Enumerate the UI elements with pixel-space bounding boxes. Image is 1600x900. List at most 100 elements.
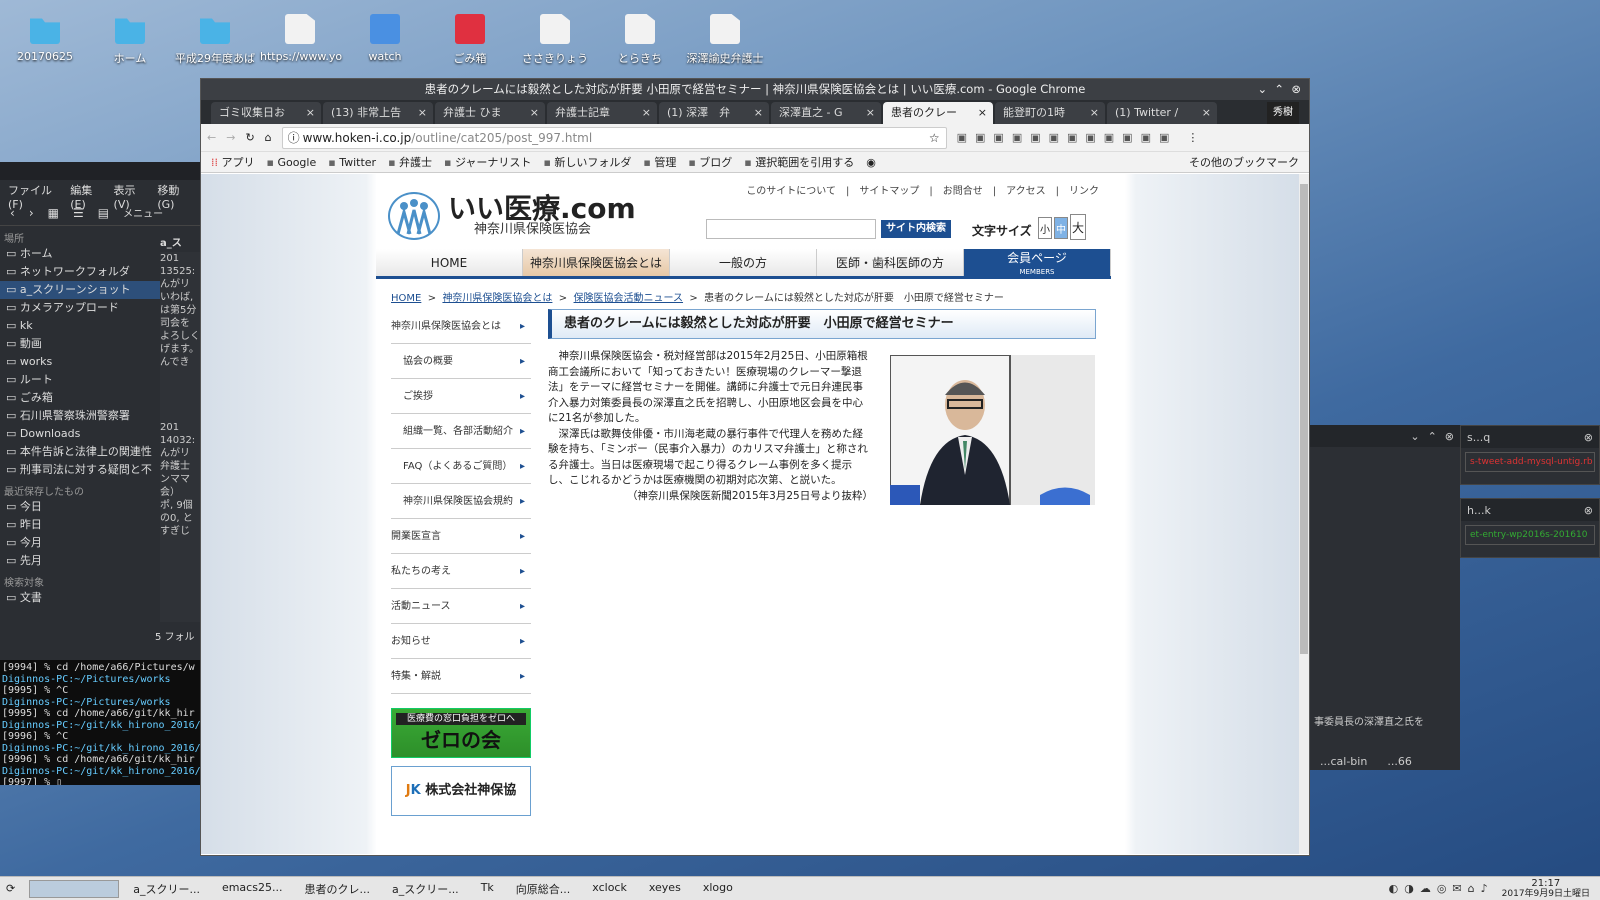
bookmark-item[interactable]: ▪ Google (267, 156, 317, 169)
tab-close-icon[interactable]: × (306, 102, 315, 124)
window-titlebar[interactable]: 患者のクレームには毅然とした対応が肝要 小田原で経営セミナー | 神奈川県保険医… (201, 79, 1309, 100)
bookmark-star-icon[interactable]: ☆ (929, 128, 940, 148)
desktop-icon[interactable]: 深澤諭史弁護士 (685, 14, 765, 66)
browser-tab[interactable]: 弁護士 ひま × (435, 102, 545, 124)
bookmark-item[interactable]: ⁞⁞ アプリ (211, 154, 255, 170)
nav-members[interactable]: 会員ページ MEMBERS (964, 249, 1111, 276)
site-search-button[interactable]: サイト内検索 (881, 220, 951, 238)
nav-about[interactable]: 神奈川県保険医協会とは (523, 249, 670, 276)
tab-close-icon[interactable]: × (418, 102, 427, 124)
taskbar-item[interactable]: a_スクリー... (392, 881, 459, 897)
bookmark-item[interactable]: ▪ 選択範囲を引用する (744, 154, 854, 170)
browser-tab[interactable]: 能登町の1時 × (995, 102, 1105, 124)
fm-menu-item[interactable]: 編集(E) (70, 182, 103, 211)
desktop-icon[interactable]: https://www.yo (260, 14, 342, 63)
bookmark-item[interactable]: ▪ 弁護士 (388, 154, 432, 170)
info-icon[interactable]: ⓘ (288, 128, 300, 148)
compact-view-icon[interactable]: ▤ (98, 206, 109, 220)
font-large-button[interactable]: 大 (1070, 214, 1086, 240)
top-links[interactable]: このサイトについて | サイトマップ | お問合せ | アクセス | リンク (746, 182, 1099, 197)
side-menu-item[interactable]: 協会の概要 (391, 344, 531, 379)
file-manager-titlebar[interactable] (0, 162, 200, 180)
side-menu-item[interactable]: ご挨拶 (391, 379, 531, 414)
taskbar-item[interactable]: xclock (592, 881, 627, 897)
desktop-icon[interactable]: ホーム (90, 14, 170, 66)
side-menu-item[interactable]: FAQ（よくあるご質問） (391, 449, 531, 484)
taskbar-item[interactable]: 向原総合... (516, 881, 571, 897)
bookmark-item[interactable]: ▪ ブログ (688, 154, 732, 170)
close-icon[interactable]: ⊗ (1584, 431, 1593, 444)
address-bar[interactable]: ⓘ www.hoken-i.co.jp/outline/cat205/post_… (281, 126, 947, 149)
list-view-icon[interactable]: ☰ (73, 206, 84, 220)
workspace-switcher[interactable] (29, 879, 120, 898)
tab-close-icon[interactable]: × (530, 102, 539, 124)
fm-menu-item[interactable]: ファイル(F) (8, 182, 60, 211)
taskbar-item[interactable]: xlogo (703, 881, 733, 897)
desktop-icon[interactable]: 20170625 (5, 14, 85, 63)
taskbar-item[interactable]: xeyes (649, 881, 681, 897)
taskbar-item[interactable]: Tk (481, 881, 494, 897)
bookmark-item[interactable]: ▪ 管理 (643, 154, 676, 170)
editor-tab-1[interactable]: ...cal-bin (1320, 755, 1367, 768)
browser-tab[interactable]: (1) 深澤 弁 × (659, 102, 769, 124)
chrome-menu-icon[interactable]: ⋮ (1187, 131, 1198, 144)
crumb-news[interactable]: 保険医協会活動ニュース (574, 293, 684, 304)
crumb-about[interactable]: 神奈川県保険医協会とは (442, 293, 552, 304)
forward-icon[interactable]: → (226, 131, 235, 144)
nav-home[interactable]: HOME (376, 249, 523, 276)
zero-no-kai-banner[interactable]: 医療費の窓口負担をゼロへ ゼロの会 (391, 708, 531, 758)
reload-icon[interactable]: ↻ (245, 131, 254, 144)
profile-button[interactable]: 秀樹 (1267, 102, 1299, 124)
side-menu-item[interactable]: 活動ニュース (391, 589, 531, 624)
minimize-icon[interactable]: ⌄ (1410, 430, 1419, 443)
taskbar-item[interactable]: emacs25... (222, 881, 283, 897)
close-icon[interactable]: ⊗ (1584, 504, 1593, 517)
nav-doctors[interactable]: 医師・歯科医師の方 (817, 249, 964, 276)
bookmark-item[interactable]: ▪ Twitter (328, 156, 376, 169)
browser-tab[interactable]: (13) 非常上告 × (323, 102, 433, 124)
editor-tab-2[interactable]: ...66 (1387, 755, 1412, 768)
browser-tab[interactable]: 深澤直之 - G × (771, 102, 881, 124)
crumb-home[interactable]: HOME (391, 293, 421, 304)
terminal-window[interactable]: [9994] % cd /home/a66/Pictures/w Diginnos… (0, 660, 200, 785)
fm-menu-item[interactable]: 移動(G) (157, 182, 192, 211)
side-menu-item[interactable]: 神奈川県保険医協会とは (391, 309, 531, 344)
taskbar-item[interactable]: 患者のクレ... (304, 881, 370, 897)
desktop-icon[interactable]: ささきりょう (515, 14, 595, 66)
desktop-icon[interactable]: 平成29年度あば (175, 14, 255, 66)
menu-button[interactable]: メニュー (123, 205, 163, 220)
back-icon[interactable]: ← (207, 131, 216, 144)
start-menu-icon[interactable]: ⟳ (6, 882, 15, 895)
browser-tab[interactable]: 患者のクレー × (883, 102, 993, 124)
tray-icons[interactable]: ◐◑☁◎✉⌂♪ (1389, 882, 1494, 895)
bookmark-item[interactable]: ▪ 新しいフォルダ (543, 154, 631, 170)
site-search-input[interactable] (706, 219, 876, 239)
side-menu-item[interactable]: 特集・解説 (391, 659, 531, 694)
side-menu-item[interactable]: 神奈川県保険医協会規約 (391, 484, 531, 519)
forward-icon[interactable]: › (29, 206, 34, 220)
maximize-icon[interactable]: ⌃ (1274, 82, 1284, 96)
back-icon[interactable]: ‹ (10, 206, 15, 220)
close-icon[interactable]: ⊗ (1291, 82, 1301, 96)
minimize-icon[interactable]: ⌄ (1257, 82, 1267, 96)
side-menu-item[interactable]: お知らせ (391, 624, 531, 659)
nav-general[interactable]: 一般の方 (670, 249, 817, 276)
grid-view-icon[interactable]: ▦ (48, 206, 59, 220)
tab-close-icon[interactable]: × (978, 102, 987, 124)
tab-close-icon[interactable]: × (866, 102, 875, 124)
font-small-button[interactable]: 小 (1038, 217, 1052, 239)
tab-close-icon[interactable]: × (1202, 102, 1211, 124)
desktop-icon[interactable]: とらきち (600, 14, 680, 66)
desktop-icon[interactable]: ごみ箱 (430, 14, 510, 66)
taskbar-item[interactable]: a_スクリー... (133, 881, 200, 897)
side-menu-item[interactable]: 開業医宣言 (391, 519, 531, 554)
browser-tab[interactable]: (1) Twitter / × (1107, 102, 1217, 124)
bookmark-item[interactable]: ▪ ジャーナリスト (444, 154, 531, 170)
extension-icons[interactable]: ▣▣▣▣▣▣▣▣▣▣▣▣ (957, 131, 1178, 144)
side-menu-item[interactable]: 私たちの考え (391, 554, 531, 589)
tab-close-icon[interactable]: × (1090, 102, 1099, 124)
tab-close-icon[interactable]: × (642, 102, 651, 124)
close-icon[interactable]: ⊗ (1445, 430, 1454, 443)
desktop-icon[interactable]: watch (345, 14, 425, 63)
tab-close-icon[interactable]: × (754, 102, 763, 124)
